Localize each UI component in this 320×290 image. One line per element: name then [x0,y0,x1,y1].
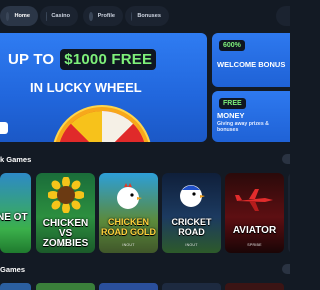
free-title: MONEY [217,111,245,120]
game-provider: INOUT [185,243,198,247]
welcome-title: WELCOME BONUS [217,60,286,69]
game-card[interactable] [288,173,290,253]
nav-profile-label: Profile [97,13,115,19]
hero-headline: UP TO $1000 FREE [8,49,157,70]
nav-bonuses-label: Bonuses [137,13,161,19]
hero-prefix: UP TO [8,51,55,68]
page: Home Casino Profile Bonuses UP TO $1000 … [0,0,290,290]
games-row: NE OT CHICKEN VS ZOMBIES INOUT CHICKEN R… [0,173,290,253]
airplane-icon [235,189,273,211]
game-provider: INOUT [59,243,72,247]
nav-bonuses[interactable]: Bonuses [125,6,169,26]
game-card[interactable]: CHICKEN ROAD GOLD INOUT [99,173,158,253]
game-title: NE OT [0,212,28,223]
game-title: AVIATOR [232,225,277,236]
game-card[interactable] [99,283,158,290]
section-arrow-button[interactable] [282,154,290,164]
hero-prev-button[interactable] [0,122,8,134]
promo-welcome-bonus[interactable]: 600% WELCOME BONUS [212,33,290,87]
nav-home[interactable]: Home [0,6,38,26]
top-nav: Home Casino Profile Bonuses [0,6,290,28]
game-card[interactable]: CRICKET ROAD INOUT [162,173,221,253]
game-card[interactable]: AVIATOR SPRIBE [225,173,284,253]
nav-casino[interactable]: Casino [40,6,78,26]
section-title-games: Games [0,265,26,274]
hero-banner[interactable]: UP TO $1000 FREE IN LUCKY WHEEL [0,33,207,142]
game-title: CHICKEN ROAD GOLD [101,217,156,237]
welcome-badge: 600% [219,40,245,51]
sunflower-icon [48,177,84,213]
hero-amount: $1000 FREE [60,49,157,70]
cricket-chicken-icon [180,185,205,207]
game-card[interactable] [162,283,221,290]
game-card[interactable] [36,283,95,290]
nav-home-label: Home [14,13,30,19]
gift-icon [131,11,133,21]
game-provider: SPRIBE [247,243,262,247]
game-title: CRICKET ROAD [171,217,212,237]
nav-profile[interactable]: Profile [83,6,123,26]
profile-icon [89,11,93,21]
free-badge: FREE [219,98,246,109]
section-arrow-button[interactable] [282,264,290,274]
game-provider: INOUT [122,243,135,247]
game-card[interactable]: CHICKEN VS ZOMBIES INOUT [36,173,95,253]
nav-right-button[interactable] [276,6,290,26]
game-card[interactable] [0,283,31,290]
nav-casino-label: Casino [51,13,70,19]
lucky-wheel-icon [52,105,152,142]
games-row-2 [0,283,290,290]
promo-free-money[interactable]: FREE MONEY Giving away prizes & bonuses [212,91,290,142]
chicken-icon [117,183,142,209]
home-icon [6,11,10,21]
game-card[interactable] [225,283,284,290]
hero-subheadline: IN LUCKY WHEEL [30,80,142,95]
free-subtitle: Giving away prizes & bonuses [217,121,269,134]
section-title-quick-games: k Games [0,155,32,164]
game-card[interactable]: NE OT [0,173,31,253]
